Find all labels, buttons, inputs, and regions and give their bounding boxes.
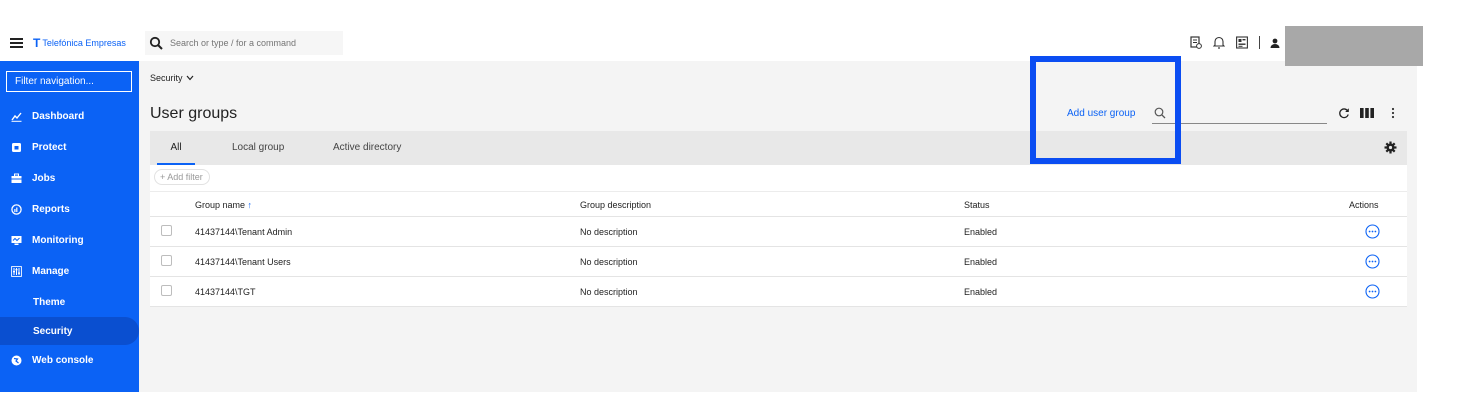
more-actions-icon[interactable] [1365,224,1380,239]
sidebar-item-label: Protect [32,141,67,153]
top-bar: T Telefónica Empresas [0,25,1417,61]
sidebar-item-manage[interactable]: Manage [0,257,139,285]
group-status: Enabled [964,257,998,267]
column-header-group-name[interactable]: Group name ↑ [195,200,252,210]
shield-icon [12,142,21,152]
sort-ascending-icon: ↑ [247,200,253,210]
group-description: No description [580,257,638,267]
table-header: Group name ↑ Group description Status Ac… [150,191,1407,217]
highlight-box [1030,56,1181,164]
chart-icon [11,112,22,122]
bell-icon[interactable] [1213,36,1225,49]
divider [1259,36,1260,49]
page-title: User groups [150,105,238,122]
sidebar: Filter navigation... Dashboard Protect J… [0,61,139,392]
group-name: 41437144\Tenant Users [195,257,291,267]
tab-local-group[interactable]: Local group [232,131,284,165]
column-label: Group name [195,200,246,210]
briefcase-icon [11,173,22,183]
column-header-status[interactable]: Status [964,200,990,210]
sidebar-item-label: Security [33,325,73,337]
columns-icon[interactable] [1360,107,1374,119]
sidebar-item-monitoring[interactable]: Monitoring [0,226,139,254]
sidebar-item-label: Web console [32,354,94,366]
group-description: No description [580,287,638,297]
sidebar-item-label: Jobs [32,172,56,184]
column-header-description[interactable]: Group description [580,200,651,210]
command-search-input[interactable] [170,38,330,48]
refresh-icon[interactable] [1338,107,1350,119]
add-filter-button[interactable]: + Add filter [154,169,210,185]
breadcrumb-label: Security [150,73,183,83]
search-icon [149,36,163,50]
sidebar-item-jobs[interactable]: Jobs [0,164,139,192]
sidebar-item-label: Dashboard [32,110,85,122]
top-icons [1190,36,1280,49]
group-description: No description [580,227,638,237]
brand-logo[interactable]: T Telefónica Empresas [33,36,126,50]
report-icon [11,203,22,215]
sidebar-item-protect[interactable]: Protect [0,133,139,161]
table-row[interactable]: 41437144\Tenant Admin No description Ena… [150,217,1407,247]
command-search[interactable] [145,31,343,55]
table-row[interactable]: 41437144\TGT No description Enabled [150,277,1407,307]
gear-icon[interactable] [1384,141,1397,154]
column-header-actions: Actions [1349,200,1379,210]
dashboard-widget-icon[interactable] [1236,36,1248,49]
row-checkbox[interactable] [161,225,172,236]
more-actions-icon[interactable] [1365,254,1380,269]
brand-mark: T [33,36,40,50]
table-search-input[interactable] [1172,107,1322,119]
sidebar-item-reports[interactable]: Reports [0,195,139,223]
group-status: Enabled [964,287,998,297]
menu-icon[interactable] [10,38,23,48]
sidebar-item-web-console[interactable]: Web console [0,346,139,374]
more-vertical-icon[interactable] [1390,107,1396,119]
sidebar-item-theme[interactable]: Theme [0,288,139,316]
group-name: 41437144\Tenant Admin [195,227,293,237]
sidebar-item-label: Monitoring [32,234,84,246]
redacted-user-block [1285,26,1423,66]
tabs-bar: All Local group Active directory [150,131,1407,165]
monitor-icon [11,235,22,245]
user-groups-table: + Add filter Group name ↑ Group descript… [150,165,1407,307]
add-filter-label: Add filter [167,172,203,182]
tab-active-directory[interactable]: Active directory [333,131,401,165]
row-checkbox[interactable] [161,285,172,296]
table-row[interactable]: 41437144\Tenant Users No description Ena… [150,247,1407,277]
group-name: 41437144\TGT [195,287,256,297]
sliders-icon [11,265,22,277]
chevron-down-icon [186,75,193,81]
breadcrumb[interactable]: Security [150,73,194,83]
backup-icon[interactable] [1190,36,1202,49]
user-icon[interactable] [1270,38,1280,48]
tab-all[interactable]: All [157,131,195,165]
sidebar-item-dashboard[interactable]: Dashboard [0,102,139,130]
filter-navigation-input[interactable]: Filter navigation... [6,71,132,92]
brand-name: Telefónica Empresas [42,38,126,48]
group-status: Enabled [964,227,998,237]
globe-icon [11,355,22,365]
sidebar-item-label: Theme [33,296,66,308]
sidebar-item-security[interactable]: Security [0,317,139,345]
more-actions-icon[interactable] [1365,284,1380,299]
sidebar-item-label: Manage [32,265,70,277]
sidebar-item-label: Reports [32,203,70,215]
row-checkbox[interactable] [161,255,172,266]
